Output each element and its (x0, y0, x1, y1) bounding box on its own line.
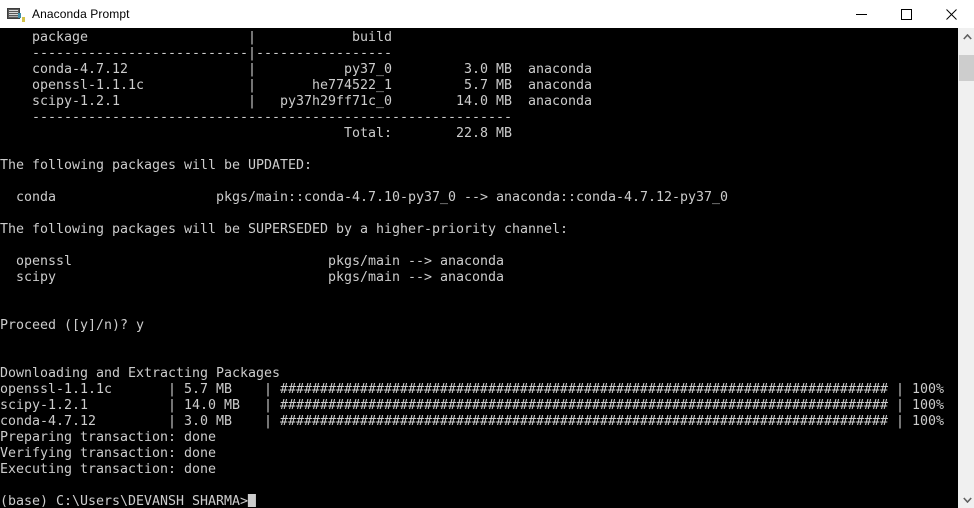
scrollbar-thumb[interactable] (959, 55, 974, 81)
console-output-area[interactable]: package | build ------------------------… (0, 28, 958, 508)
anaconda-prompt-window: Anaconda Prompt package | build --------… (0, 0, 974, 508)
console-scrollbar[interactable] (958, 28, 974, 508)
title-bar-left: Anaconda Prompt (0, 7, 839, 22)
console-window-icon (7, 7, 25, 22)
chevron-down-icon (962, 496, 972, 503)
scrollbar-up-button[interactable] (959, 28, 974, 45)
maximize-button[interactable] (884, 0, 929, 28)
close-button[interactable] (929, 0, 974, 28)
minimize-icon (856, 13, 867, 15)
window-title: Anaconda Prompt (32, 7, 130, 21)
maximize-icon (901, 8, 912, 20)
scrollbar-track[interactable] (959, 45, 974, 491)
window-controls (839, 0, 974, 28)
scrollbar-down-button[interactable] (959, 491, 974, 508)
title-bar[interactable]: Anaconda Prompt (0, 0, 974, 29)
minimize-button[interactable] (839, 0, 884, 28)
chevron-up-icon (962, 33, 972, 40)
text-cursor (248, 494, 257, 507)
console-text: package | build ------------------------… (0, 30, 944, 508)
close-icon (946, 8, 957, 20)
